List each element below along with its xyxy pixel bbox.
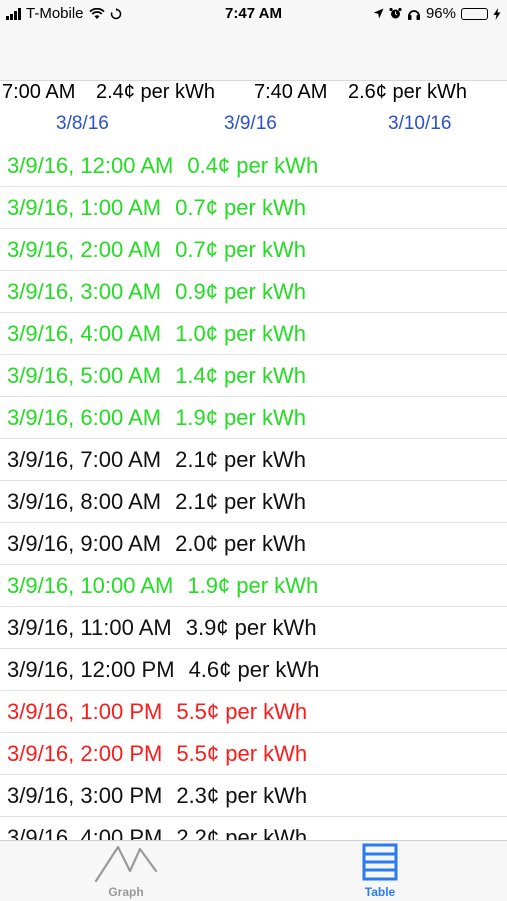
- table-row[interactable]: 3/9/16, 1:00 PM 5.5¢ per kWh: [0, 691, 507, 733]
- row-time: 3/9/16, 5:00 AM: [7, 363, 162, 388]
- table-row[interactable]: 3/9/16, 4:00 AM 1.0¢ per kWh: [0, 313, 507, 355]
- battery-percent: 96%: [425, 5, 456, 22]
- row-price: 2.2¢ per kWh: [176, 825, 308, 840]
- row-price: 0.7¢ per kWh: [175, 195, 306, 220]
- row-price: 2.3¢ per kWh: [176, 783, 308, 808]
- table-row[interactable]: 3/9/16, 2:00 PM 5.5¢ per kWh: [0, 733, 507, 775]
- tab-table[interactable]: Table: [340, 841, 420, 901]
- row-price: 2.1¢ per kWh: [175, 447, 306, 472]
- alarm-icon: [389, 7, 402, 19]
- table-row[interactable]: 3/9/16, 1:00 AM 0.7¢ per kWh: [0, 187, 507, 229]
- table-row[interactable]: 3/9/16, 4:00 PM 2.2¢ per kWh: [0, 817, 507, 840]
- price-table[interactable]: 3/9/16, 12:00 AM 0.4¢ per kWh 3/9/16, 1:00…: [0, 145, 507, 840]
- row-time: 3/9/16, 1:00 PM: [7, 699, 163, 724]
- row-price: 3.9¢ per kWh: [185, 615, 317, 640]
- row-time: 3/9/16, 10:00 AM: [7, 573, 174, 598]
- row-time: 3/9/16, 2:00 AM: [7, 237, 162, 262]
- row-time: 3/9/16, 3:00 PM: [7, 783, 163, 808]
- row-price: 1.0¢ per kWh: [175, 321, 306, 346]
- row-price: 1.9¢ per kWh: [187, 573, 319, 598]
- row-price: 1.9¢ per kWh: [175, 405, 306, 430]
- row-price: 5.5¢ per kWh: [176, 741, 308, 766]
- row-time: 3/9/16, 7:00 AM: [7, 447, 162, 472]
- table-row[interactable]: 3/9/16, 2:00 AM 0.7¢ per kWh: [0, 229, 507, 271]
- date-selector: 3/8/16 3/9/16 3/10/16: [0, 113, 507, 137]
- row-price: 0.9¢ per kWh: [175, 279, 306, 304]
- graph-icon: [94, 845, 158, 883]
- date-button-next[interactable]: 3/10/16: [388, 113, 451, 135]
- table-row[interactable]: 3/9/16, 12:00 PM 4.6¢ per kWh: [0, 649, 507, 691]
- price-header: 7:00 AM 2.4¢ per kWh 7:40 AM 2.6¢ per kW…: [0, 81, 507, 107]
- date-button-current[interactable]: 3/9/16: [224, 113, 277, 135]
- row-time: 3/9/16, 11:00 AM: [7, 615, 172, 640]
- row-time: 3/9/16, 3:00 AM: [7, 279, 162, 304]
- header-price-right: 2.6¢ per kWh: [348, 81, 467, 103]
- row-price: 2.1¢ per kWh: [175, 489, 306, 514]
- status-right: 96%: [373, 5, 501, 22]
- row-time: 3/9/16, 12:00 PM: [7, 657, 175, 682]
- charging-icon: [493, 7, 501, 20]
- row-price: 4.6¢ per kWh: [188, 657, 320, 682]
- table-row[interactable]: 3/9/16, 9:00 AM 2.0¢ per kWh: [0, 523, 507, 565]
- row-price: 0.4¢ per kWh: [187, 153, 319, 178]
- row-time: 3/9/16, 12:00 AM: [7, 153, 174, 178]
- row-price: 0.7¢ per kWh: [175, 237, 306, 262]
- tab-graph-label: Graph: [108, 885, 144, 899]
- table-row[interactable]: 3/9/16, 6:00 AM 1.9¢ per kWh: [0, 397, 507, 439]
- battery-icon: [461, 7, 488, 20]
- row-time: 3/9/16, 4:00 PM: [7, 825, 163, 840]
- row-price: 2.0¢ per kWh: [175, 531, 306, 556]
- table-row[interactable]: 3/9/16, 3:00 AM 0.9¢ per kWh: [0, 271, 507, 313]
- table-row[interactable]: 3/9/16, 11:00 AM 3.9¢ per kWh: [0, 607, 507, 649]
- row-price: 5.5¢ per kWh: [176, 699, 308, 724]
- status-bar: T-Mobile 7:47 AM 96%: [0, 0, 507, 28]
- row-time: 3/9/16, 6:00 AM: [7, 405, 162, 430]
- table-row[interactable]: 3/9/16, 8:00 AM 2.1¢ per kWh: [0, 481, 507, 523]
- headphones-icon: [407, 9, 420, 20]
- table-row[interactable]: 3/9/16, 3:00 PM 2.3¢ per kWh: [0, 775, 507, 817]
- row-time: 3/9/16, 9:00 AM: [7, 531, 162, 556]
- tab-table-label: Table: [364, 885, 396, 899]
- location-icon: [373, 8, 384, 19]
- table-icon: [362, 843, 398, 881]
- header-time-right: 7:40 AM: [254, 81, 328, 103]
- table-row[interactable]: 3/9/16, 10:00 AM 1.9¢ per kWh: [0, 565, 507, 607]
- date-button-prev[interactable]: 3/8/16: [56, 113, 109, 135]
- tab-graph[interactable]: Graph: [86, 841, 166, 901]
- row-time: 3/9/16, 2:00 PM: [7, 741, 163, 766]
- row-time: 3/9/16, 4:00 AM: [7, 321, 162, 346]
- navigation-bar: [0, 28, 507, 81]
- table-row[interactable]: 3/9/16, 12:00 AM 0.4¢ per kWh: [0, 145, 507, 187]
- header-time-left: 7:00 AM: [2, 81, 76, 103]
- tab-bar: Graph Table: [0, 840, 507, 901]
- header-price-left: 2.4¢ per kWh: [96, 81, 215, 103]
- row-time: 3/9/16, 8:00 AM: [7, 489, 162, 514]
- row-time: 3/9/16, 1:00 AM: [7, 195, 162, 220]
- table-row[interactable]: 3/9/16, 5:00 AM 1.4¢ per kWh: [0, 355, 507, 397]
- row-price: 1.4¢ per kWh: [175, 363, 306, 388]
- table-row[interactable]: 3/9/16, 7:00 AM 2.1¢ per kWh: [0, 439, 507, 481]
